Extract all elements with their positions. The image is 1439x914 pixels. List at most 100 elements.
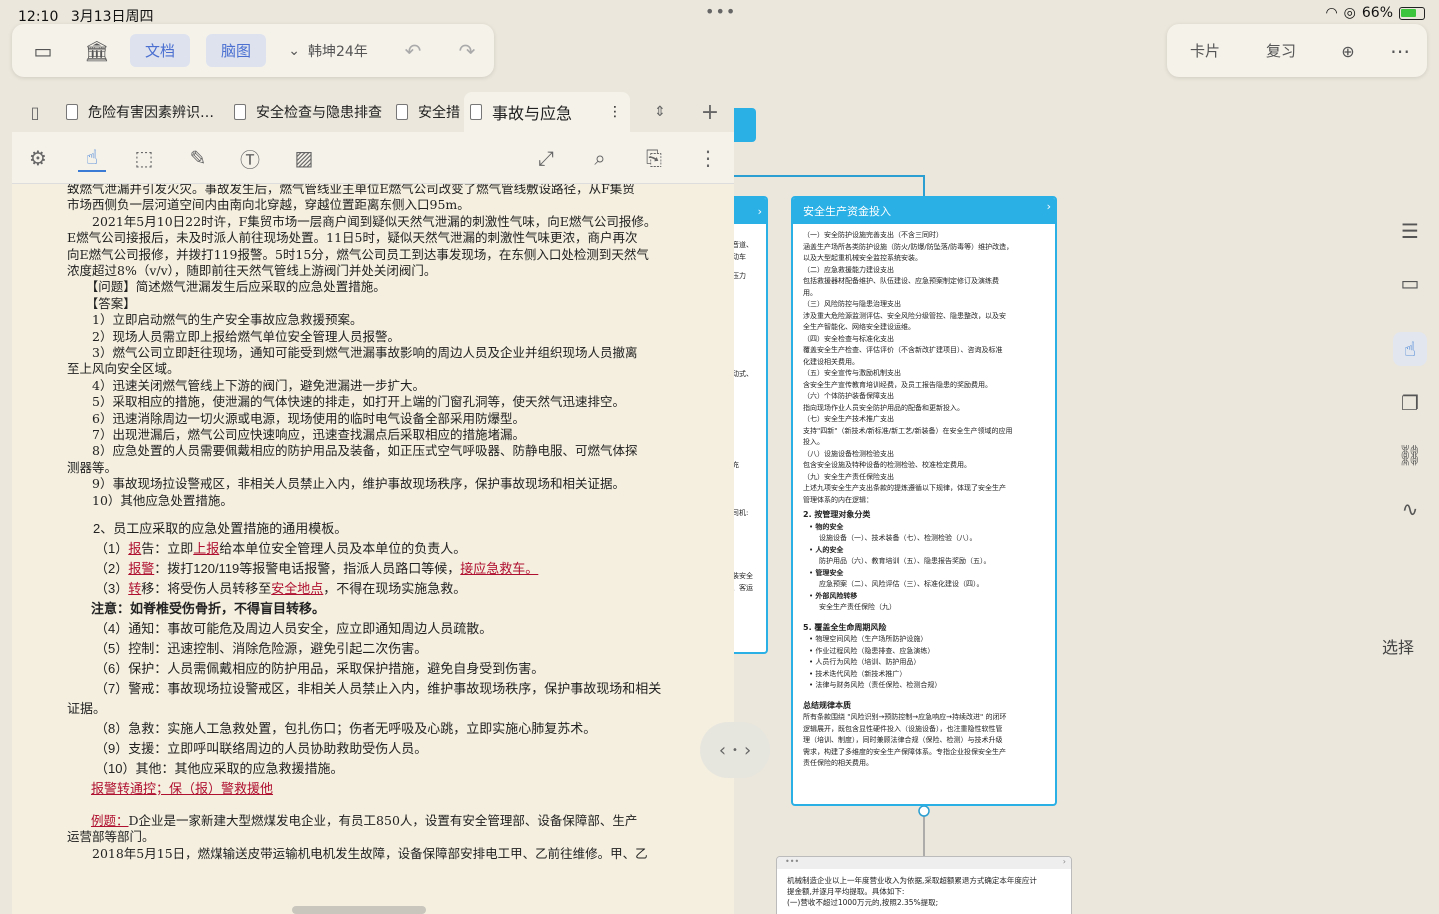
card-bullet: • 技术迭代风险（新技术推广） <box>809 669 907 678</box>
select-button[interactable]: 选择 <box>1376 634 1420 658</box>
doc-line: E燃气公司接报后，未及时派人前往现场处置。11日5时，疑似天然气泄漏的刺激性气味… <box>67 230 638 246</box>
tab-safety-measures[interactable]: 安全措 <box>396 92 462 132</box>
rect-select-icon[interactable]: ⬚ <box>130 144 158 172</box>
library-icon[interactable]: 🏛 <box>82 36 112 66</box>
left-card-fragment[interactable]: › 音道、 动车 压力 动式、 充 司机: 装安全 、客运 <box>730 196 768 654</box>
pen-icon[interactable]: ✎ <box>184 144 212 172</box>
card-bottom[interactable]: ••• › 机械制造企业以上一年度营业收入为依据,采取超额累退方式确定本年度应计 … <box>776 856 1072 914</box>
doc-line: 测器等。 <box>67 459 118 475</box>
card-line: 管理体系的内在逻辑： <box>803 495 873 504</box>
prev-arrow-icon[interactable]: ‹ <box>719 740 726 761</box>
card-heading: 2. 按管理对象分类 <box>803 510 871 519</box>
emergency-step: （5）控制：迅速控制、消除危险源，避免引起二次伤害。 <box>95 641 428 656</box>
tab-mindmap[interactable]: 脑图 <box>206 34 266 67</box>
doc-line: 9）事故现场拉设警戒区，非相关人员禁止入内，维护事故现场秩序，保护事故现场和相关… <box>67 476 625 492</box>
sidebar-panel-icon[interactable]: ▯ <box>20 92 50 132</box>
card-line: 涉及重大危险源监测评估、安全风险分级管控、隐患整改，以及安 <box>803 311 1006 320</box>
card-summary-line: 责任保险的相关费用。 <box>803 759 873 767</box>
image-icon[interactable]: ▨ <box>290 144 318 172</box>
link-icon[interactable]: ⛓ <box>1393 438 1427 472</box>
doc-line: 向E燃气公司报修，并拨打119报警。5时15分，燃气公司员工到达事发现场，在东侧… <box>67 246 649 262</box>
left-card-body: 音道、 动车 压力 动式、 充 司机: 装安全 、客运 <box>732 241 753 592</box>
card-line: （四）安全检查与标准化支出 <box>803 334 894 343</box>
page-nav-control[interactable]: ‹ • › <box>700 722 770 778</box>
copy-icon[interactable]: ❐ <box>1393 386 1427 420</box>
card-line: （二）应急救援能力建设支出 <box>803 265 894 274</box>
doc-line: 1）立即启动燃气的生产安全事故应急救援预案。 <box>67 312 363 328</box>
more-icon[interactable]: ⋯ <box>1385 36 1415 66</box>
right-toolbar: 卡片 复习 ⊕ ⋯ <box>1167 24 1427 77</box>
card-line: 包括救援器材配备维护、队伍建设、应急预案制定修订及演练费 <box>803 277 999 285</box>
left-card-header: › <box>730 198 766 224</box>
card-line: 覆盖安全生产检查、评估评价（不含新改扩建项目）、咨询及标准 <box>803 346 1003 354</box>
mindmap-canvas[interactable]: › 音道、 动车 压力 动式、 充 司机: 装安全 、客运 安全生产资金投入 › … <box>730 86 1439 914</box>
card-line: 支持"四新"（新技术/新标准/新工艺/新装备）在安全生产领域的应用 <box>803 426 1013 435</box>
more-vertical-icon[interactable]: ⋮ <box>694 144 722 172</box>
status-right: ◠ ◎ 66% <box>1325 5 1425 21</box>
card-bullet: • 物的安全 <box>809 522 844 531</box>
tab-hazard-identification[interactable]: 危险有害因素辨识… <box>66 92 224 132</box>
tab-more-icon[interactable]: ⋮ <box>608 104 622 120</box>
doc-line: 2）现场人员需立即上报给燃气单位安全管理人员报警。 <box>67 328 400 344</box>
undo-icon[interactable]: ↶ <box>398 36 428 66</box>
section-title: 2、员工应采取的应急处置措施的通用模板。 <box>67 521 348 536</box>
doc-line: 4）迅速关闭燃气管线上下游的阀门，避免泄漏进一步扩大。 <box>67 377 425 393</box>
card-safety-funding[interactable]: 安全生产资金投入 › （一）安全防护设施完善支出（不含三同时） 涵盖生产场所各类防护… <box>791 196 1057 806</box>
battery-percent: 66% <box>1361 5 1393 21</box>
outline-list-icon[interactable]: ☰ <box>1393 214 1427 248</box>
emergency-step: （3）转移：将受伤人员转移至安全地点，不得在现场实施急救。 <box>95 581 467 596</box>
card-button[interactable]: 卡片 <box>1177 34 1233 67</box>
doc-line: 至上风向安全区域。 <box>67 361 180 377</box>
redo-icon[interactable]: ↷ <box>452 36 482 66</box>
hand-pointer-icon[interactable]: ☝ <box>78 144 106 172</box>
card-bullet: • 作业过程风险（隐患排查、应急演练） <box>809 646 935 655</box>
card-line: 投入。 <box>803 438 824 446</box>
emergency-step: （10）其他：其他应采取的应急救援措施。 <box>95 761 344 776</box>
text-box-icon[interactable]: Ⓣ <box>236 144 264 172</box>
fit-screen-icon[interactable]: ⤢ <box>532 144 560 172</box>
next-arrow-icon[interactable]: › <box>744 740 751 761</box>
doc-line: 8）应急处置的人员需要佩戴相应的防护用品及装备，如正压式空气呼吸器、防静电服、可… <box>67 443 638 459</box>
card-bottom-body: 机械制造企业以上一年度营业收入为依据,采取超额累退方式确定本年度应计 提金额,并… <box>787 876 1037 907</box>
card-line: 上述九项安全生产支出条款的提炼遵循以下规律，体现了安全生产 <box>803 484 1006 492</box>
card-line: （九）安全生产责任保险支出 <box>803 472 894 481</box>
reorder-icon[interactable]: ⇕ <box>648 92 672 132</box>
note: 注意：如脊椎受伤骨折，不得盲目转移。 <box>91 601 326 616</box>
card-bullet: • 外部风险转移 <box>809 591 858 600</box>
card-line: 以及大型起重机械安全监控系统安装。 <box>803 254 922 262</box>
card-heading: 总结规律本质 <box>803 700 851 710</box>
bookmark-icon[interactable]: ⎘ <box>640 144 668 172</box>
card-bullet: • 人员行为风险（培训、防护用品） <box>809 658 921 666</box>
document-icon <box>66 104 78 120</box>
document-icon <box>470 104 482 120</box>
review-button[interactable]: 复习 <box>1253 34 1309 67</box>
emergency-step: （6）保护：人员需佩戴相应的防护用品，采取保护措施，避免自身受到伤害。 <box>95 661 545 676</box>
card-summary-line: 所有条款围绕 "风险识别→预防控制→应急响应→持续改进" 的闭环 <box>803 713 1007 721</box>
document-icon <box>234 104 246 120</box>
tab-document[interactable]: 文档 <box>130 34 190 67</box>
chevron-down-icon: ⌄ <box>288 42 300 59</box>
tab-safety-inspection[interactable]: 安全检查与隐患排查 <box>234 92 390 132</box>
multitask-dots-icon[interactable]: ••• <box>705 2 736 21</box>
emergency-step: （2）报警：拨打120/119等报警电话报警，指派人员路口等候，接应急救车。 <box>95 561 539 576</box>
file-selector[interactable]: ⌄ 韩坤24年 <box>278 34 378 67</box>
document-page[interactable]: 致燃气泄漏并引发火灾。事故发生后，燃气管线业主单位E燃气公司改变了燃气管线敷设路… <box>12 184 734 914</box>
doc-line: 5）采取相应的措施，使泄漏的气体快速的排走，如打开上端的门窗孔洞等，使天然气迅速… <box>67 394 625 410</box>
scroll-handle[interactable] <box>292 906 426 914</box>
card-line: 用。 <box>803 288 817 297</box>
layout-icon[interactable]: ▭ <box>1393 266 1427 300</box>
annotation-toolbar: ⚙ ☝ ⬚ ✎ Ⓣ ▨ ⤢ ⌕ ⎘ ⋮ <box>12 132 734 184</box>
card-bullet: • 管理安全 <box>809 568 844 577</box>
doc-line: 7）出现泄漏后，燃气公司应快速响应，迅速查找漏点后采取相应的措施堵漏。 <box>67 427 525 442</box>
web-help-icon[interactable]: ⊕ <box>1333 36 1363 66</box>
card-summary-line: 逻辑展开，既包含显性硬件投入（设施设备），也注重隐性软性管 <box>803 724 1003 733</box>
sidebar-toggle-icon[interactable]: ▭ <box>28 36 58 66</box>
add-tab-icon[interactable]: + <box>698 92 722 132</box>
search-page-icon[interactable]: ⌕ <box>586 144 614 172</box>
curve-icon[interactable]: ∿ <box>1393 492 1427 526</box>
tab-accident-emergency[interactable]: 事故与应急 ⋮ <box>464 92 630 132</box>
hand-pointer-icon[interactable]: ☝ <box>1393 332 1427 366</box>
settings-gear-icon[interactable]: ⚙ <box>24 144 52 172</box>
emergency-step: （1）报告：立即上报给本单位安全管理人员及本单位的负责人。 <box>95 541 467 556</box>
doc-line: 浓度超过8%（v/v），随即前往天然气管线上游阀门并处关闭阀门。 <box>67 263 437 278</box>
